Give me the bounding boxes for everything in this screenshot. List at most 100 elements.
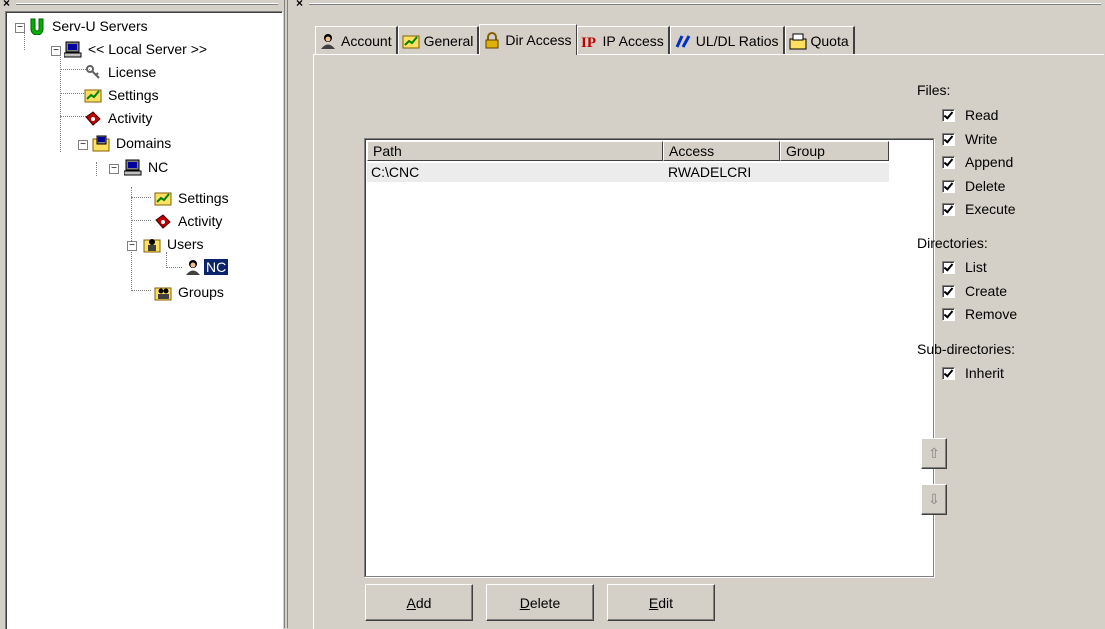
- tree-pane-close-icon[interactable]: ×: [3, 0, 10, 10]
- checkbox-label: Execute: [965, 201, 1016, 217]
- computer-icon: [63, 41, 82, 58]
- lock-icon: [483, 31, 501, 49]
- pane-splitter[interactable]: [282, 0, 290, 628]
- edit-label: dit: [658, 594, 674, 611]
- tree-collapse-icon[interactable]: −: [51, 46, 61, 56]
- activity-icon: [154, 213, 172, 230]
- tree-item-label: Groups: [178, 284, 224, 300]
- checkbox-label: Remove: [965, 306, 1018, 322]
- tab-ip-access[interactable]: IP IP Access: [576, 26, 670, 55]
- tab-label: IP Access: [602, 33, 664, 49]
- tree-item-domain-nc[interactable]: NC: [123, 157, 170, 177]
- tree-collapse-icon[interactable]: −: [109, 164, 119, 174]
- tab-ul-dl-ratios[interactable]: UL/DL Ratios: [669, 26, 785, 55]
- checkbox-label: Inherit: [965, 365, 1004, 381]
- computer-icon: [123, 159, 142, 176]
- column-header-path[interactable]: Path: [367, 141, 663, 161]
- delete-button[interactable]: Delete: [486, 584, 594, 621]
- checkbox-label: Delete: [965, 178, 1006, 194]
- tab-general[interactable]: General: [397, 26, 480, 55]
- tab-dir-access[interactable]: Dir Access: [479, 24, 577, 55]
- table-row[interactable]: C:\CNC RWADELCRI: [367, 163, 889, 182]
- column-header-group[interactable]: Group: [780, 141, 889, 161]
- read-checkbox[interactable]: Read: [942, 107, 998, 123]
- tree-item-domain-settings[interactable]: Settings: [154, 188, 231, 208]
- tree-connector: [60, 50, 61, 152]
- account-icon: [319, 33, 337, 50]
- ip-icon: IP: [581, 33, 599, 51]
- append-checkbox[interactable]: Append: [942, 154, 1013, 170]
- tab-label: Dir Access: [505, 32, 572, 48]
- tab-quota[interactable]: Quota: [784, 26, 855, 55]
- users-folder-icon: [143, 236, 161, 253]
- add-button[interactable]: Add: [365, 584, 473, 621]
- tree-collapse-icon[interactable]: −: [78, 140, 88, 150]
- checkbox-checked: [942, 366, 955, 380]
- tree-collapse-icon[interactable]: −: [127, 241, 137, 251]
- tree-item-server-activity[interactable]: Activity: [84, 108, 154, 128]
- settings-folder-icon: [84, 87, 102, 104]
- delete-label: elete: [529, 594, 561, 611]
- directories-section-label: Directories:: [917, 235, 988, 251]
- add-mnemonic: A: [406, 594, 416, 611]
- write-checkbox[interactable]: Write: [942, 131, 997, 147]
- tree-item-domains[interactable]: Domains: [92, 133, 173, 153]
- tree-item-label: Activity: [178, 213, 223, 229]
- server-tree[interactable]: − Serv-U Servers − << Local Server >> Li…: [5, 11, 283, 629]
- edit-mnemonic: E: [648, 594, 659, 611]
- tree-item-domain-activity[interactable]: Activity: [154, 211, 224, 231]
- tree-connector: [131, 220, 151, 221]
- tree-item-label: Settings: [108, 87, 159, 103]
- list-checkbox[interactable]: List: [942, 259, 987, 275]
- checkbox-checked: [942, 307, 955, 321]
- checkbox-checked: [942, 132, 955, 146]
- tree-connector: [96, 162, 97, 176]
- tree-item-users[interactable]: Users: [143, 234, 206, 254]
- tree-item-label: << Local Server >>: [88, 41, 208, 57]
- checkbox-label: Write: [965, 131, 998, 147]
- user-icon: [184, 259, 202, 276]
- tree-connector: [166, 267, 182, 268]
- servu-logo-icon: [28, 18, 46, 35]
- tree-item-server-settings[interactable]: Settings: [84, 85, 161, 105]
- subdirectories-section-label: Sub-directories:: [917, 341, 1016, 357]
- checkbox-checked: [942, 155, 955, 169]
- tree-item-label: Settings: [178, 190, 229, 206]
- keys-icon: [84, 64, 102, 81]
- arrow-down-icon: ⇩: [928, 491, 940, 507]
- checkbox-label: Create: [965, 283, 1008, 299]
- checkbox-checked: [942, 179, 955, 193]
- edit-button[interactable]: Edit: [607, 584, 715, 621]
- create-checkbox[interactable]: Create: [942, 283, 1007, 299]
- tree-item-groups[interactable]: Groups: [154, 282, 226, 302]
- tree-item-servu-servers[interactable]: Serv-U Servers: [28, 16, 150, 36]
- domains-folder-icon: [92, 135, 110, 152]
- checkbox-checked: [942, 108, 955, 122]
- delete-mnemonic: D: [519, 594, 530, 611]
- tree-pane-titlebar: ×: [0, 0, 282, 10]
- tree-connector: [131, 290, 151, 291]
- tree-item-label: License: [108, 64, 157, 80]
- tree-item-license[interactable]: License: [84, 62, 158, 82]
- tree-item-local-server[interactable]: << Local Server >>: [63, 39, 209, 59]
- add-label: dd: [415, 594, 432, 611]
- remove-checkbox[interactable]: Remove: [942, 306, 1017, 322]
- tree-collapse-icon[interactable]: −: [15, 23, 25, 33]
- tree-pane-grip[interactable]: [16, 3, 278, 5]
- tree-item-label: NC: [202, 258, 230, 276]
- tree-item-label: Users: [167, 236, 204, 252]
- column-header-access[interactable]: Access: [663, 141, 780, 161]
- move-down-button[interactable]: ⇩: [921, 484, 947, 515]
- execute-checkbox[interactable]: Execute: [942, 201, 1016, 217]
- move-up-button[interactable]: ⇧: [921, 438, 947, 469]
- activity-icon: [84, 110, 102, 127]
- tree-item-label: Domains: [116, 135, 172, 151]
- tab-account[interactable]: Account: [315, 26, 398, 55]
- dir-access-list[interactable]: Path Access Group C:\CNC RWADELCRI: [364, 138, 934, 577]
- tree-item-user-nc[interactable]: NC: [184, 257, 230, 277]
- inherit-checkbox[interactable]: Inherit: [942, 365, 1004, 381]
- tree-connector: [131, 187, 132, 289]
- settings-folder-icon: [154, 190, 172, 207]
- checkbox-label: Read: [965, 107, 999, 123]
- delete-checkbox[interactable]: Delete: [942, 178, 1005, 194]
